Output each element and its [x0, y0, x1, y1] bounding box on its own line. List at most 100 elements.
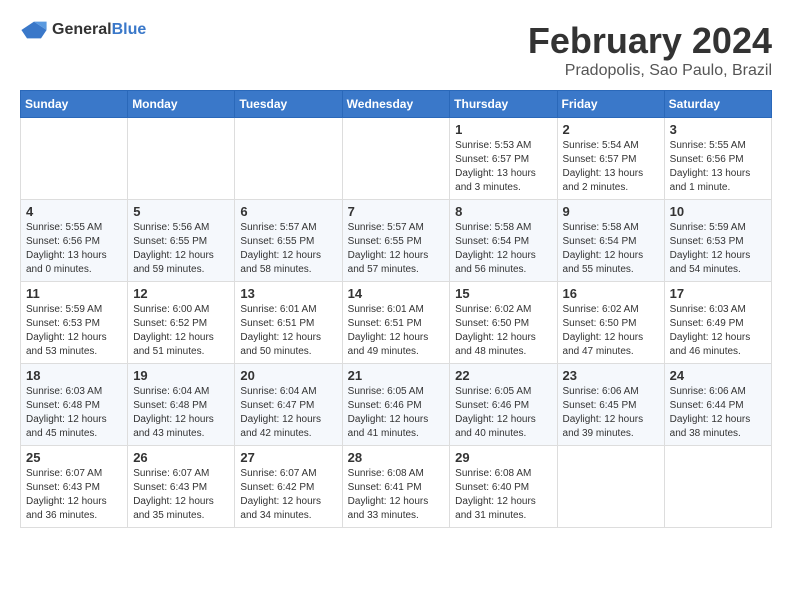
day-info: Sunrise: 5:53 AM Sunset: 6:57 PM Dayligh…: [455, 139, 551, 195]
day-cell: 21 Sunrise: 6:05 AM Sunset: 6:46 PM Dayli…: [342, 364, 450, 446]
week-row-2: 4 Sunrise: 5:55 AM Sunset: 6:56 PM Daylig…: [21, 200, 772, 282]
day-cell: 27 Sunrise: 6:07 AM Sunset: 6:42 PM Dayli…: [235, 446, 342, 528]
day-number: 16: [563, 286, 659, 301]
day-info: Sunrise: 6:07 AM Sunset: 6:43 PM Dayligh…: [133, 467, 229, 523]
day-cell: 13 Sunrise: 6:01 AM Sunset: 6:51 PM Dayli…: [235, 282, 342, 364]
day-info: Sunrise: 6:05 AM Sunset: 6:46 PM Dayligh…: [348, 385, 445, 441]
day-number: 27: [240, 450, 336, 465]
day-number: 2: [563, 122, 659, 137]
header-cell-wednesday: Wednesday: [342, 91, 450, 118]
day-info: Sunrise: 6:03 AM Sunset: 6:49 PM Dayligh…: [670, 303, 766, 359]
day-info: Sunrise: 5:56 AM Sunset: 6:55 PM Dayligh…: [133, 221, 229, 277]
day-number: 1: [455, 122, 551, 137]
day-cell: 11 Sunrise: 5:59 AM Sunset: 6:53 PM Dayli…: [21, 282, 128, 364]
day-info: Sunrise: 5:59 AM Sunset: 6:53 PM Dayligh…: [670, 221, 766, 277]
week-row-1: 1 Sunrise: 5:53 AM Sunset: 6:57 PM Daylig…: [21, 118, 772, 200]
day-cell: 4 Sunrise: 5:55 AM Sunset: 6:56 PM Daylig…: [21, 200, 128, 282]
day-cell: 23 Sunrise: 6:06 AM Sunset: 6:45 PM Dayli…: [557, 364, 664, 446]
day-cell: 7 Sunrise: 5:57 AM Sunset: 6:55 PM Daylig…: [342, 200, 450, 282]
logo: GeneralBlue: [20, 20, 146, 40]
day-number: 20: [240, 368, 336, 383]
day-cell: 29Sunrise: 6:08 AM Sunset: 6:40 PM Dayli…: [450, 446, 557, 528]
day-info: Sunrise: 6:06 AM Sunset: 6:45 PM Dayligh…: [563, 385, 659, 441]
day-number: 18: [26, 368, 122, 383]
day-info: Sunrise: 6:08 AM Sunset: 6:41 PM Dayligh…: [348, 467, 445, 523]
calendar-table: SundayMondayTuesdayWednesdayThursdayFrid…: [20, 90, 772, 528]
day-info: Sunrise: 6:05 AM Sunset: 6:46 PM Dayligh…: [455, 385, 551, 441]
day-info: Sunrise: 6:02 AM Sunset: 6:50 PM Dayligh…: [563, 303, 659, 359]
header-cell-tuesday: Tuesday: [235, 91, 342, 118]
header-cell-saturday: Saturday: [664, 91, 771, 118]
day-cell: 25Sunrise: 6:07 AM Sunset: 6:43 PM Dayli…: [21, 446, 128, 528]
day-number: 24: [670, 368, 766, 383]
day-cell: [342, 118, 450, 200]
header-cell-thursday: Thursday: [450, 91, 557, 118]
day-info: Sunrise: 5:57 AM Sunset: 6:55 PM Dayligh…: [240, 221, 336, 277]
day-number: 17: [670, 286, 766, 301]
day-info: Sunrise: 6:07 AM Sunset: 6:43 PM Dayligh…: [26, 467, 122, 523]
day-number: 7: [348, 204, 445, 219]
day-cell: [128, 118, 235, 200]
day-info: Sunrise: 6:08 AM Sunset: 6:40 PM Dayligh…: [455, 467, 551, 523]
week-row-5: 25Sunrise: 6:07 AM Sunset: 6:43 PM Dayli…: [21, 446, 772, 528]
day-cell: 26 Sunrise: 6:07 AM Sunset: 6:43 PM Dayli…: [128, 446, 235, 528]
day-number: 26: [133, 450, 229, 465]
day-cell: 17 Sunrise: 6:03 AM Sunset: 6:49 PM Dayli…: [664, 282, 771, 364]
day-info: Sunrise: 6:00 AM Sunset: 6:52 PM Dayligh…: [133, 303, 229, 359]
day-cell: [557, 446, 664, 528]
day-number: 13: [240, 286, 336, 301]
header-cell-monday: Monday: [128, 91, 235, 118]
day-info: Sunrise: 6:03 AM Sunset: 6:48 PM Dayligh…: [26, 385, 122, 441]
day-info: Sunrise: 5:58 AM Sunset: 6:54 PM Dayligh…: [563, 221, 659, 277]
day-number: 10: [670, 204, 766, 219]
day-cell: [664, 446, 771, 528]
week-row-3: 11 Sunrise: 5:59 AM Sunset: 6:53 PM Dayli…: [21, 282, 772, 364]
day-info: Sunrise: 6:04 AM Sunset: 6:47 PM Dayligh…: [240, 385, 336, 441]
day-cell: 12 Sunrise: 6:00 AM Sunset: 6:52 PM Dayli…: [128, 282, 235, 364]
day-cell: 3Sunrise: 5:55 AM Sunset: 6:56 PM Daylig…: [664, 118, 771, 200]
header-row: SundayMondayTuesdayWednesdayThursdayFrid…: [21, 91, 772, 118]
day-cell: 15Sunrise: 6:02 AM Sunset: 6:50 PM Dayli…: [450, 282, 557, 364]
day-cell: 9 Sunrise: 5:58 AM Sunset: 6:54 PM Daylig…: [557, 200, 664, 282]
logo-text-blue: Blue: [112, 21, 147, 38]
day-cell: 5 Sunrise: 5:56 AM Sunset: 6:55 PM Daylig…: [128, 200, 235, 282]
day-number: 4: [26, 204, 122, 219]
day-info: Sunrise: 5:55 AM Sunset: 6:56 PM Dayligh…: [26, 221, 122, 277]
day-number: 21: [348, 368, 445, 383]
title-area: February 2024 Pradopolis, Sao Paulo, Bra…: [528, 20, 772, 80]
day-cell: [21, 118, 128, 200]
day-number: 8: [455, 204, 551, 219]
day-info: Sunrise: 6:07 AM Sunset: 6:42 PM Dayligh…: [240, 467, 336, 523]
day-number: 19: [133, 368, 229, 383]
logo-text-general: General: [52, 21, 112, 38]
day-info: Sunrise: 5:57 AM Sunset: 6:55 PM Dayligh…: [348, 221, 445, 277]
day-info: Sunrise: 6:06 AM Sunset: 6:44 PM Dayligh…: [670, 385, 766, 441]
location-subtitle: Pradopolis, Sao Paulo, Brazil: [528, 62, 772, 80]
day-number: 11: [26, 286, 122, 301]
logo-icon: [20, 20, 48, 40]
day-info: Sunrise: 5:59 AM Sunset: 6:53 PM Dayligh…: [26, 303, 122, 359]
day-info: Sunrise: 5:55 AM Sunset: 6:56 PM Dayligh…: [670, 139, 766, 195]
day-number: 28: [348, 450, 445, 465]
day-number: 12: [133, 286, 229, 301]
day-cell: 18 Sunrise: 6:03 AM Sunset: 6:48 PM Dayli…: [21, 364, 128, 446]
month-year-title: February 2024: [528, 20, 772, 62]
day-number: 5: [133, 204, 229, 219]
day-info: Sunrise: 6:01 AM Sunset: 6:51 PM Dayligh…: [348, 303, 445, 359]
day-info: Sunrise: 6:01 AM Sunset: 6:51 PM Dayligh…: [240, 303, 336, 359]
day-cell: 6 Sunrise: 5:57 AM Sunset: 6:55 PM Daylig…: [235, 200, 342, 282]
day-cell: 20 Sunrise: 6:04 AM Sunset: 6:47 PM Dayli…: [235, 364, 342, 446]
day-cell: 10 Sunrise: 5:59 AM Sunset: 6:53 PM Dayli…: [664, 200, 771, 282]
day-number: 23: [563, 368, 659, 383]
header-cell-sunday: Sunday: [21, 91, 128, 118]
day-cell: 24 Sunrise: 6:06 AM Sunset: 6:44 PM Dayli…: [664, 364, 771, 446]
day-cell: 22Sunrise: 6:05 AM Sunset: 6:46 PM Dayli…: [450, 364, 557, 446]
day-info: Sunrise: 5:58 AM Sunset: 6:54 PM Dayligh…: [455, 221, 551, 277]
day-info: Sunrise: 5:54 AM Sunset: 6:57 PM Dayligh…: [563, 139, 659, 195]
week-row-4: 18 Sunrise: 6:03 AM Sunset: 6:48 PM Dayli…: [21, 364, 772, 446]
day-cell: [235, 118, 342, 200]
day-number: 15: [455, 286, 551, 301]
day-number: 9: [563, 204, 659, 219]
day-cell: 8 Sunrise: 5:58 AM Sunset: 6:54 PM Daylig…: [450, 200, 557, 282]
day-number: 6: [240, 204, 336, 219]
